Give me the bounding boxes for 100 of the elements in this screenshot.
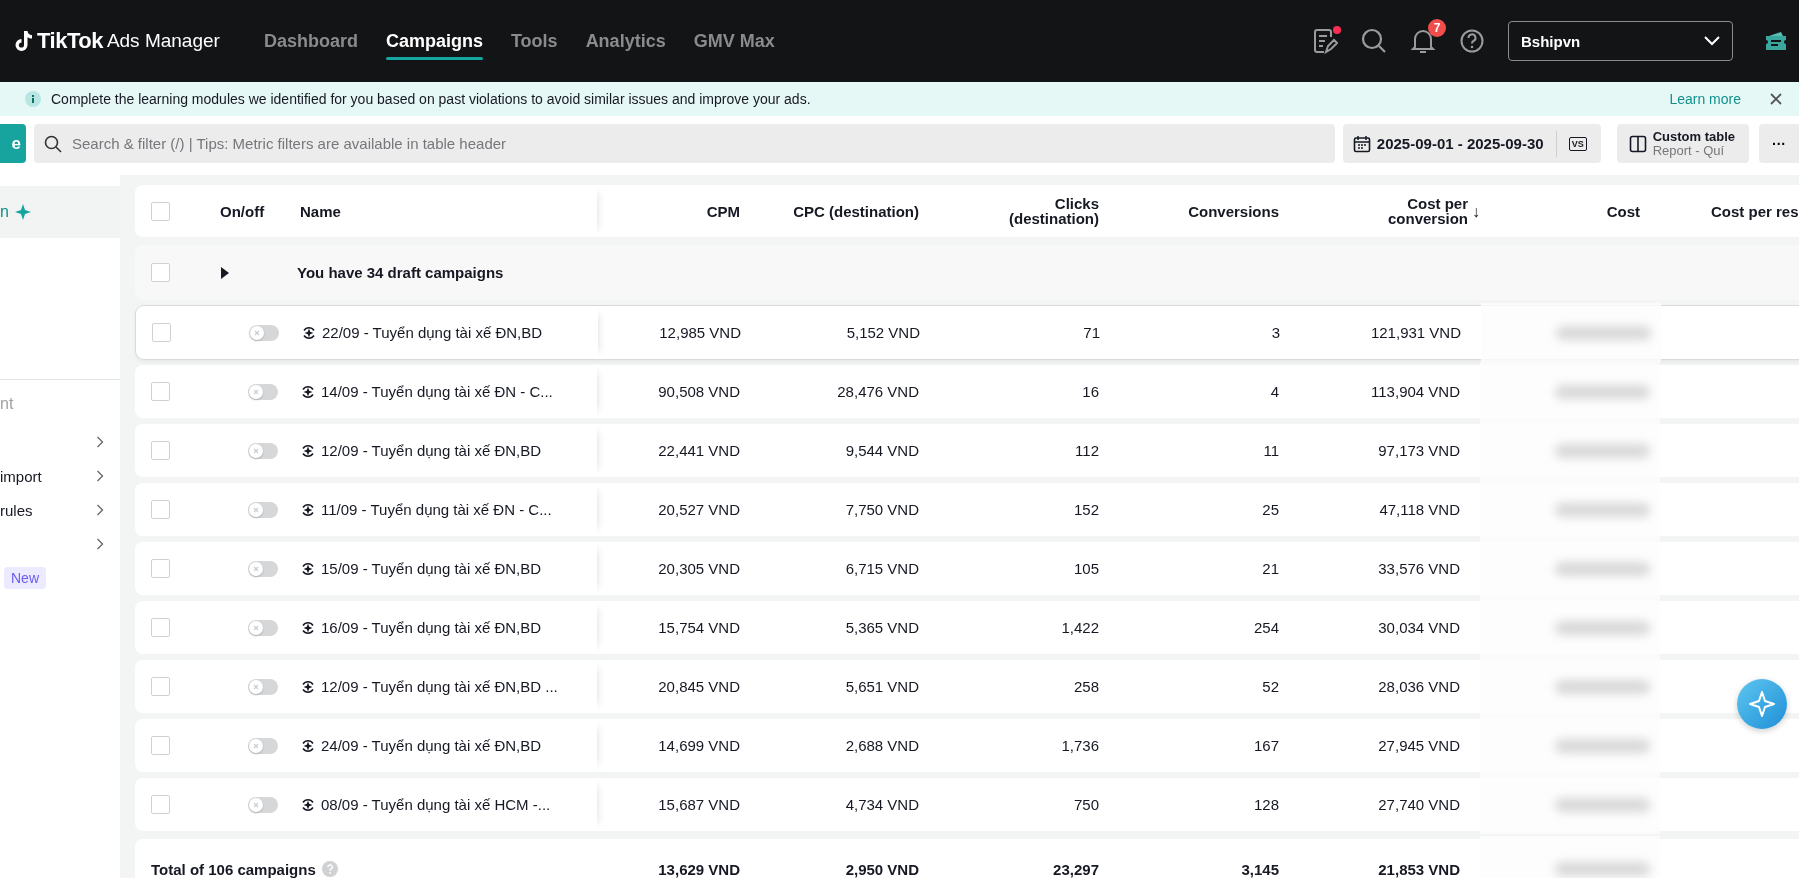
nav-tab[interactable]: Campaigns [385,0,483,82]
checkbox[interactable] [151,736,170,755]
column-header[interactable]: On/off [220,202,265,220]
campaign-row[interactable]: 16/09 - Tuyển dụng tài xế ĐN,BD 15,754 VND 5,365 VND 1,422 254 30,034 VND [135,601,1799,654]
campaign-icon [300,796,316,813]
learn-more-link[interactable]: Learn more [1669,91,1741,107]
report-name: Report - Quí [1652,143,1726,158]
close-icon[interactable] [1769,92,1783,106]
more-button[interactable]: ··· [1759,124,1799,163]
sort-arrow[interactable]: ↓ [1472,203,1480,219]
sidebar-item[interactable]: n [0,186,120,238]
table-cell: 121,931 VND [1370,324,1461,341]
account-dropdown[interactable]: Bshipvn [1508,21,1733,61]
toggle-switch[interactable] [248,678,278,695]
table-cell: 90,508 VND [658,383,740,400]
info-icon [25,91,41,107]
date-range-picker[interactable]: 2025-09-01 - 2025-09-30 VS [1342,124,1601,163]
table-cell: 28,036 VND [1378,678,1460,695]
campaign-name[interactable]: 22/09 - Tuyển dụng tài xế ĐN,BD [322,324,543,341]
music-note-icon [15,30,33,52]
campaign-row[interactable]: 22/09 - Tuyển dụng tài xế ĐN,BD 12,985 VND 5,152 VND 71 3 121,931 VND [136,306,1799,359]
checkbox[interactable] [151,500,170,519]
column-header[interactable]: Cost per conversion [1368,196,1468,226]
checkbox[interactable] [151,201,170,221]
campaign-name[interactable]: 24/09 - Tuyển dụng tài xế ĐN,BD [321,737,542,754]
campaign-icon [300,501,316,518]
ticket-icon[interactable] [1763,30,1789,52]
checkbox[interactable] [151,795,170,814]
campaign-name[interactable]: 08/09 - Tuyển dụng tài xế HCM -... [321,796,551,813]
column-header[interactable]: CPC (destination) [793,203,919,219]
campaign-name[interactable]: 14/09 - Tuyển dụng tài xế ĐN - C... [321,383,553,400]
campaign-icon [300,383,316,400]
table-cell: 112 [1075,442,1099,459]
nav-tab[interactable]: Dashboard [263,0,358,82]
product-name: Ads Manager [106,30,220,52]
toggle-switch[interactable] [248,619,278,636]
sparkle-icon [1749,691,1775,717]
sparkle-icon [14,204,31,220]
campaign-icon [300,619,316,636]
checkbox[interactable] [151,441,170,460]
checkbox[interactable] [151,382,170,401]
table-cell: 20,527 VND [658,501,740,518]
checkbox[interactable] [151,618,170,637]
toggle-switch[interactable] [248,560,278,577]
checkbox[interactable] [151,263,170,282]
custom-table-button[interactable]: Custom table Report - Quí [1616,124,1749,163]
column-header[interactable]: CPM [706,203,740,219]
menu-item[interactable]: import [0,467,42,485]
campaign-row[interactable]: 12/09 - Tuyển dụng tài xế ĐN,BD ... 20,845 VND 5,651 VND 258 52 28,036 VND [135,660,1799,713]
campaign-row[interactable]: 11/09 - Tuyển dụng tài xế ĐN - C... 20,527 VND 7,750 VND 152 25 47,118 VND [135,483,1799,536]
checkbox[interactable] [152,323,171,342]
table-cell: 105 [1073,560,1099,577]
column-header[interactable]: Cost [1606,203,1640,219]
column-header[interactable]: Clicks (destination) [999,196,1099,226]
nav-tab[interactable]: Analytics [585,0,666,82]
campaign-row[interactable]: 15/09 - Tuyển dụng tài xế ĐN,BD 20,305 VND 6,715 VND 105 21 33,576 VND [135,542,1799,595]
search-icon[interactable] [1359,27,1388,55]
chevron-right-icon [96,436,104,448]
toggle-switch[interactable] [248,796,278,813]
columns-icon [1628,134,1647,153]
toggle-switch[interactable] [249,324,279,341]
help-icon[interactable] [1458,28,1485,54]
campaign-row[interactable]: 12/09 - Tuyển dụng tài xế ĐN,BD 22,441 VND 9,544 VND 112 11 97,173 VND [135,424,1799,477]
campaign-name[interactable]: 12/09 - Tuyển dụng tài xế ĐN,BD [321,442,542,459]
table-cell: 22,441 VND [658,442,740,459]
campaign-row[interactable]: 24/09 - Tuyển dụng tài xế ĐN,BD 14,699 VND 2,688 VND 1,736 167 27,945 VND [135,719,1799,772]
campaign-name[interactable]: 15/09 - Tuyển dụng tài xế ĐN,BD [321,560,542,577]
table-cell: 152 [1073,501,1099,518]
column-header[interactable]: Conversions [1188,203,1279,219]
table-cell: 20,305 VND [658,560,740,577]
column-header[interactable]: Cost per res [1711,202,1799,220]
table-cell: 3,145 [1241,860,1279,878]
toggle-switch[interactable] [248,501,278,518]
campaign-name[interactable]: 11/09 - Tuyển dụng tài xế ĐN - C... [321,501,552,518]
bell-icon[interactable] [1409,27,1436,55]
menu-item[interactable]: rules [0,501,33,519]
compare-toggle[interactable]: VS [1568,136,1587,151]
checkbox[interactable] [151,677,170,696]
nav-tab[interactable]: Tools [510,0,558,82]
chevron-right-icon [96,538,104,550]
toggle-switch[interactable] [248,383,278,400]
toggle-switch[interactable] [248,442,278,459]
column-header[interactable]: Name [300,202,341,220]
table-cell: 27,740 VND [1378,796,1460,813]
toggle-switch[interactable] [248,737,278,754]
campaign-name[interactable]: 16/09 - Tuyển dụng tài xế ĐN,BD [321,619,542,636]
caret-right-icon[interactable] [220,266,230,279]
campaign-icon [300,560,316,577]
campaign-name[interactable]: 12/09 - Tuyển dụng tài xế ĐN,BD ... [321,678,558,695]
table-cell: 23,297 [1053,860,1099,878]
notes-icon[interactable] [1311,27,1338,55]
nav-tab[interactable]: GMV Max [693,0,775,82]
table-cell: 167 [1253,737,1279,754]
table-cell: 16 [1082,383,1099,400]
draft-campaigns-text[interactable]: You have 34 draft campaigns [297,264,504,281]
checkbox[interactable] [151,559,170,578]
table-cell: 15,754 VND [658,619,740,636]
search-field[interactable]: Search & filter (/) | Tips: Metric filters are available in table header [34,124,1335,163]
campaign-row[interactable]: 08/09 - Tuyển dụng tài xế HCM -... 15,687 VND 4,734 VND 750 128 27,740 VND [135,778,1799,831]
campaign-row[interactable]: 14/09 - Tuyển dụng tài xế ĐN - C... 90,508 VND 28,476 VND 16 4 113,904 VND [135,365,1799,418]
